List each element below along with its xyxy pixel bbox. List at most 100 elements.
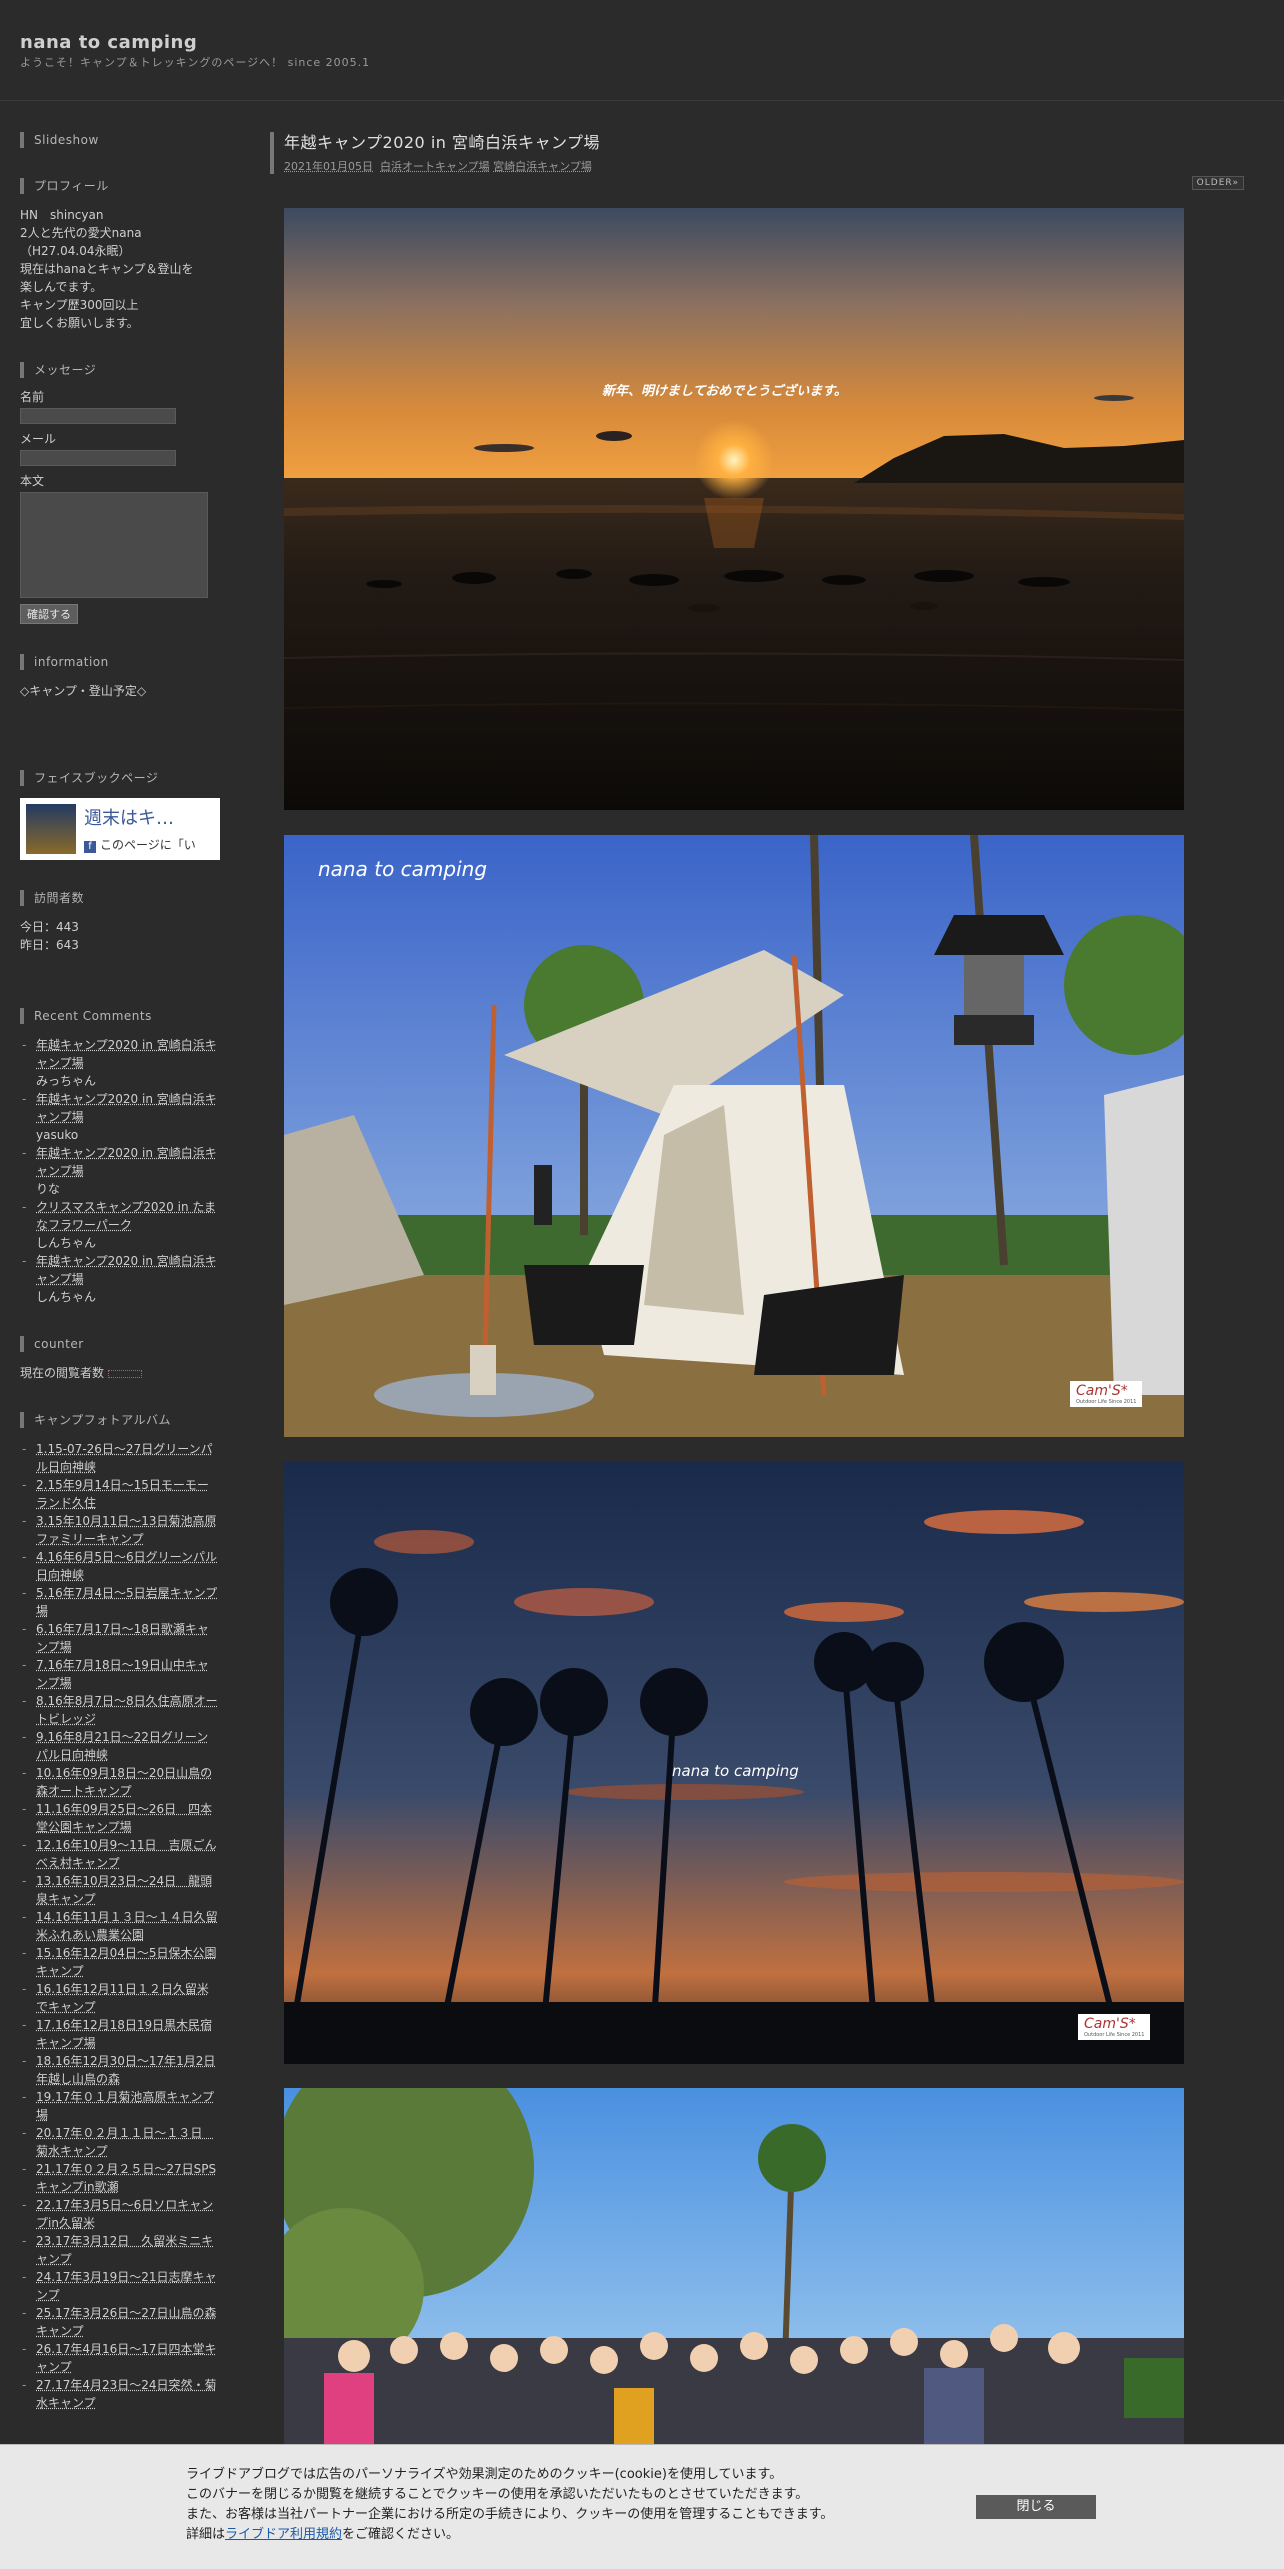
watermark-subtitle: Outdoor Life Since 2011 [1076, 1399, 1137, 1405]
album-link[interactable]: 12.16年10月9～11日 吉原ごんべえ村キャンプ [36, 1838, 217, 1870]
album-section: キャンプフォトアルバム 1.15-07-26日～27日グリーンパル日向神峡 2.1… [20, 1412, 220, 2412]
tent-image [284, 835, 1184, 1437]
photo-group[interactable] [284, 2088, 1184, 2444]
visitors-today: 今日：443 [20, 920, 79, 934]
facebook-page-name[interactable]: 週末はキ… [84, 804, 174, 830]
album-link[interactable]: 2.15年9月14日～15日モーモーランド久住 [36, 1478, 209, 1510]
album-link[interactable]: 15.16年12月04日～5日保木公園キャンプ [36, 1946, 217, 1978]
facebook-page-thumbnail [26, 804, 76, 854]
album-link[interactable]: 18.16年12月30日～17年1月2日年越し山鳥の森 [36, 2054, 215, 2086]
album-link[interactable]: 13.16年10月23日～24日 龍頭泉キャンプ [36, 1874, 212, 1906]
profile-text: HN shincyan 2人と先代の愛犬nana （H27.04.04永眠） 現… [20, 206, 220, 332]
album-link[interactable]: 19.17年０１月菊池高原キャンプ場 [36, 2090, 214, 2122]
recent-comment-item: 年越キャンプ2020 in 宮崎白浜キャンプ場 [20, 1252, 220, 1288]
album-link[interactable]: 3.15年10月11日～13日菊池高原ファミリーキャンプ [36, 1514, 217, 1546]
recent-comment-post-link[interactable]: 年越キャンプ2020 in 宮崎白浜キャンプ場 [36, 1146, 217, 1178]
photo-palms[interactable]: nana to camping Cam'S* Outdoor Life Since… [284, 1462, 1184, 2064]
profile-line: 現在はhanaとキャンプ＆登山を [20, 262, 194, 276]
album-link[interactable]: 24.17年3月19日～21日志摩キャンプ [36, 2270, 217, 2302]
album-link[interactable]: 6.16年7月17日～18日歌瀬キャンプ場 [36, 1622, 209, 1654]
album-link[interactable]: 16.16年12月11日１２日久留米でキャンプ [36, 1982, 209, 2014]
information-heading: information [20, 654, 220, 670]
cookie-line: また、お客様は当社パートナー企業における所定の手続きにより、クッキーの使用を管理… [186, 2507, 834, 2522]
album-link[interactable]: 20.17年０２月１１日～１３日 菊水キャンプ [36, 2126, 214, 2158]
cookie-line: 詳細はライブドア利用規約をご確認ください。 [186, 2525, 833, 2545]
recent-comments-list: 年越キャンプ2020 in 宮崎白浜キャンプ場みっちゃん年越キャンプ2020 i… [20, 1036, 220, 1306]
confirm-button[interactable]: 確認する [20, 604, 78, 624]
mail-field[interactable] [20, 450, 176, 466]
entry-meta: 2021年01月05日 白浜オートキャンプ場 宮崎白浜キャンプ場 [284, 158, 1264, 174]
recent-comment-post-link[interactable]: 年越キャンプ2020 in 宮崎白浜キャンプ場 [36, 1038, 217, 1070]
album-link[interactable]: 21.17年０２月２５日～27日SPSキャンプin歌瀬 [36, 2162, 216, 2194]
recent-comment-post-link[interactable]: クリスマスキャンプ2020 in たまなフラワーパーク [36, 1200, 216, 1232]
album-item: 8.16年8月7日～8日久住高原オートビレッジ [20, 1692, 220, 1728]
entry-header: 年越キャンプ2020 in 宮崎白浜キャンプ場 2021年01月05日 白浜オー… [270, 132, 1264, 174]
entry-category-link[interactable]: 宮崎白浜キャンプ場 [493, 160, 592, 173]
recent-comments-section: Recent Comments 年越キャンプ2020 in 宮崎白浜キャンプ場み… [20, 1008, 220, 1306]
older-link[interactable]: OLDER» [1191, 176, 1244, 190]
message-body-field[interactable] [20, 492, 208, 598]
visitors-section: 訪問者数 今日：443 昨日：643 [20, 890, 220, 954]
album-item: 26.17年4月16日～17日四本堂キャンプ [20, 2340, 220, 2376]
main-content: 年越キャンプ2020 in 宮崎白浜キャンプ場 2021年01月05日 白浜オー… [270, 132, 1264, 2444]
album-item: 17.16年12月18日19日黒木民宿キャンプ場 [20, 2016, 220, 2052]
album-link[interactable]: 5.16年7月4日～5日岩屋キャンプ場 [36, 1586, 217, 1618]
album-link[interactable]: 23.17年3月12日 久留米ミニキャンプ [36, 2234, 213, 2266]
album-item: 1.15-07-26日～27日グリーンパル日向神峡 [20, 1440, 220, 1476]
entry-category-link[interactable]: 白浜オートキャンプ場 [380, 160, 490, 173]
photo-sunset[interactable]: 新年、明けましておめでとうございます。 [284, 208, 1184, 810]
album-link[interactable]: 11.16年09月25日～26日 四本堂公園キャンプ場 [36, 1802, 212, 1834]
terms-link[interactable]: ライブドア利用規約 [225, 2527, 342, 2542]
recent-comment-item: 年越キャンプ2020 in 宮崎白浜キャンプ場 [20, 1090, 220, 1126]
album-item: 27.17年4月23日～24日突然・菊水キャンプ [20, 2376, 220, 2412]
album-link[interactable]: 1.15-07-26日～27日グリーンパル日向神峡 [36, 1442, 213, 1474]
cookie-line: ライブドアブログでは広告のパーソナライズや効果測定のためのクッキー(cookie… [186, 2467, 783, 2482]
profile-heading: プロフィール [20, 178, 220, 194]
recent-comment-post-link[interactable]: 年越キャンプ2020 in 宮崎白浜キャンプ場 [36, 1092, 217, 1124]
album-link[interactable]: 7.16年7月18日～19日山中キャンプ場 [36, 1658, 209, 1690]
watermark-subtitle: Outdoor Life Since 2011 [1084, 2032, 1145, 2038]
album-link[interactable]: 9.16年8月21日～22日グリーンパル日向神峡 [36, 1730, 208, 1762]
profile-line: キャンプ歴300回以上 [20, 298, 139, 312]
album-item: 9.16年8月21日～22日グリーンパル日向神峡 [20, 1728, 220, 1764]
facebook-section: フェイスブックページ 週末はキ… f このページに「い [20, 770, 220, 860]
sunset-greeting-text: 新年、明けましておめでとうございます。 [602, 384, 847, 399]
facebook-like-button[interactable]: f このページに「い [84, 836, 196, 853]
counter-section: counter 現在の閲覧者数 [20, 1336, 220, 1382]
message-section: メッセージ 名前 メール 本文 確認する [20, 362, 220, 624]
facebook-page-widget[interactable]: 週末はキ… f このページに「い [20, 798, 220, 860]
album-link[interactable]: 25.17年3月26日～27日山鳥の森キャンプ [36, 2306, 217, 2338]
album-link[interactable]: 10.16年09月18日～20日山鳥の森オートキャンプ [36, 1766, 212, 1798]
album-link[interactable]: 22.17年3月5日～6日ソロキャンプin久留米 [36, 2198, 213, 2230]
album-item: 16.16年12月11日１２日久留米でキャンプ [20, 1980, 220, 2016]
album-item: 22.17年3月5日～6日ソロキャンプin久留米 [20, 2196, 220, 2232]
palms-watermark: Cam'S* Outdoor Life Since 2011 [1078, 2014, 1151, 2040]
facebook-icon: f [84, 841, 96, 853]
recent-comment-post-link[interactable]: 年越キャンプ2020 in 宮崎白浜キャンプ場 [36, 1254, 217, 1286]
watermark-logo: Cam'S* [1076, 1383, 1128, 1399]
counter-image [107, 1369, 142, 1378]
album-item: 2.15年9月14日～15日モーモーランド久住 [20, 1476, 220, 1512]
album-link[interactable]: 26.17年4月16日～17日四本堂キャンプ [36, 2342, 217, 2374]
profile-line: 楽しんでます。 [20, 280, 103, 294]
album-item: 15.16年12月04日～5日保木公園キャンプ [20, 1944, 220, 1980]
album-link[interactable]: 4.16年6月5日～6日グリーンパル日向神峡 [36, 1550, 217, 1582]
album-link[interactable]: 27.17年4月23日～24日突然・菊水キャンプ [36, 2378, 217, 2410]
profile-line: 2人と先代の愛犬nana [20, 226, 142, 240]
album-link[interactable]: 8.16年8月7日～8日久住高原オートビレッジ [36, 1694, 218, 1726]
entry-title[interactable]: 年越キャンプ2020 in 宮崎白浜キャンプ場 [284, 132, 1264, 154]
cookie-banner: ライブドアブログでは広告のパーソナライズや効果測定のためのクッキー(cookie… [0, 2444, 1284, 2569]
slideshow-section: Slideshow [20, 132, 220, 148]
counter-heading: counter [20, 1336, 220, 1352]
photo-tent[interactable]: nana to camping Cam'S* Outdoor Life Since… [284, 835, 1184, 1437]
album-link[interactable]: 17.16年12月18日19日黒木民宿キャンプ場 [36, 2018, 212, 2050]
body-label: 本文 [20, 474, 45, 488]
album-link[interactable]: 14.16年11月１３日～１４日久留米ふれあい農業公園 [36, 1910, 218, 1942]
site-title[interactable]: nana to camping [20, 32, 197, 53]
entry-date: 2021年01月05日 [284, 160, 373, 173]
name-field[interactable] [20, 408, 176, 424]
recent-comment-item: 年越キャンプ2020 in 宮崎白浜キャンプ場 [20, 1144, 220, 1180]
mail-label: メール [20, 432, 57, 446]
tent-watermark: Cam'S* Outdoor Life Since 2011 [1070, 1381, 1143, 1407]
cookie-close-button[interactable]: 閉じる [976, 2495, 1096, 2519]
